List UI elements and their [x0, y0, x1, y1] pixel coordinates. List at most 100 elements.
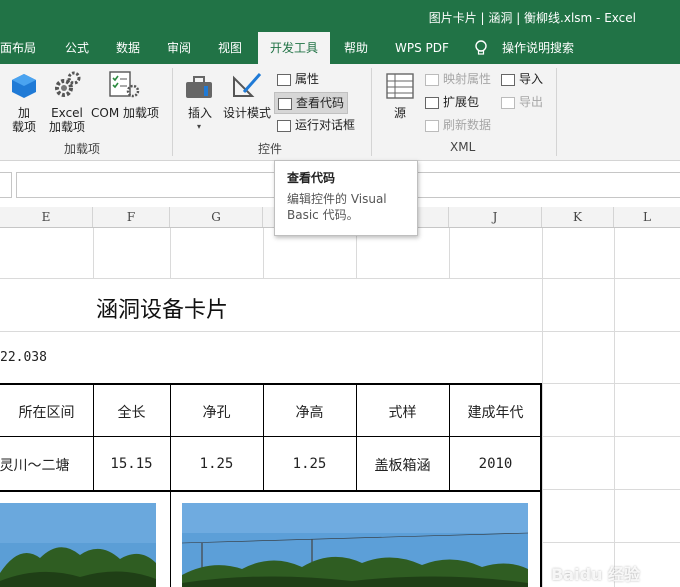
- toolbox-icon: [184, 72, 216, 105]
- tab-formulas[interactable]: 公式: [61, 32, 93, 64]
- run-dialog-label: 运行对话框: [295, 118, 356, 132]
- column-header-j[interactable]: J: [449, 207, 542, 227]
- table-header-cell[interactable]: 所在区间: [0, 402, 93, 422]
- map-properties-button[interactable]: 映射属性: [425, 69, 491, 89]
- design-mode-button[interactable]: 设计模式: [222, 106, 272, 120]
- group-separator: [172, 68, 173, 156]
- table-border: [93, 383, 94, 491]
- table-cell[interactable]: 盖板箱涵: [356, 455, 449, 475]
- table-header-cell[interactable]: 式样: [356, 402, 449, 422]
- tooltip-body: 编辑控件的 Visual Basic 代码。: [287, 192, 387, 222]
- run-dialog-icon: [277, 119, 291, 132]
- properties-button[interactable]: 属性: [277, 69, 319, 89]
- export-icon: [501, 96, 515, 109]
- import-button[interactable]: 导入: [501, 69, 543, 89]
- expansion-pack-button[interactable]: 扩展包: [425, 92, 479, 112]
- tab-wps-pdf[interactable]: WPS PDF: [391, 32, 453, 64]
- tab-developer[interactable]: 开发工具: [258, 32, 330, 64]
- import-label: 导入: [519, 72, 544, 86]
- title-bar: 图片卡片 | 涵洞 | 衡柳线.xlsm - Excel: [0, 0, 680, 32]
- culvert-photo-left[interactable]: [0, 503, 156, 587]
- table-cell[interactable]: 2010: [449, 456, 542, 472]
- table-cell[interactable]: 灵川～二塘: [0, 455, 81, 475]
- group-separator: [371, 68, 372, 156]
- gridline: [542, 489, 680, 490]
- refresh-data-button[interactable]: 刷新数据: [425, 115, 491, 135]
- view-code-label: 查看代码: [296, 96, 345, 110]
- addin-icon: [10, 72, 38, 103]
- view-code-icon: [278, 97, 292, 110]
- expansion-pack-label: 扩展包: [443, 95, 480, 109]
- table-border: [449, 383, 450, 491]
- table-header-cell[interactable]: 净高: [263, 402, 356, 422]
- gridline: [0, 331, 680, 332]
- column-header-e[interactable]: E: [0, 207, 93, 227]
- table-cell[interactable]: 1.25: [263, 456, 356, 472]
- gridline: [170, 228, 171, 278]
- map-properties-icon: [425, 73, 439, 86]
- expansion-pack-icon: [425, 96, 439, 109]
- tab-help[interactable]: 帮助: [340, 32, 372, 64]
- table-header-cell[interactable]: 建成年代: [449, 402, 542, 422]
- xml-source-icon: [385, 72, 415, 105]
- column-header-l[interactable]: L: [614, 207, 680, 227]
- table-border: [263, 383, 264, 491]
- export-label: 导出: [519, 95, 544, 109]
- com-addin-icon: [108, 70, 140, 103]
- insert-control-button[interactable]: 插入: [184, 106, 216, 120]
- card-title: 涵洞设备卡片: [96, 298, 229, 323]
- properties-icon: [277, 73, 291, 86]
- tab-page-layout[interactable]: 面布局: [0, 32, 40, 64]
- tab-view[interactable]: 视图: [214, 32, 246, 64]
- gridline: [614, 228, 615, 587]
- culvert-photo-right[interactable]: [182, 503, 528, 587]
- xml-source-button[interactable]: 源: [388, 106, 412, 120]
- table-cell[interactable]: 15.15: [93, 456, 170, 472]
- group-separator: [556, 68, 557, 156]
- name-box[interactable]: [0, 172, 12, 198]
- gridline: [542, 436, 680, 437]
- table-cell[interactable]: 1.25: [170, 456, 263, 472]
- properties-label: 属性: [295, 72, 320, 86]
- group-label-xml: XML: [450, 140, 476, 154]
- gridline: [542, 542, 680, 543]
- gridline: [449, 228, 450, 278]
- view-code-tooltip: 查看代码 编辑控件的 Visual Basic 代码。: [274, 160, 418, 236]
- tab-review[interactable]: 审阅: [163, 32, 195, 64]
- group-label-addins: 加载项: [64, 142, 101, 156]
- watermark: Baidu 经验: [551, 565, 640, 584]
- table-border: [0, 436, 542, 437]
- window-title: 图片卡片 | 涵洞 | 衡柳线.xlsm - Excel: [428, 11, 636, 25]
- group-label-controls: 控件: [258, 142, 283, 156]
- cell-value: 22.038: [0, 350, 47, 365]
- tab-data[interactable]: 数据: [112, 32, 144, 64]
- gridline: [0, 278, 680, 279]
- ribbon-tab-bar: 面布局 公式 数据 审阅 视图 开发工具 帮助 WPS PDF 操作说明搜索: [0, 32, 680, 64]
- table-header-cell[interactable]: 净孔: [170, 402, 263, 422]
- gridline: [542, 228, 543, 587]
- refresh-data-label: 刷新数据: [443, 118, 492, 132]
- tell-me-search[interactable]: 操作说明搜索: [498, 32, 578, 64]
- gridline: [542, 383, 680, 384]
- addin-button[interactable]: 加 载项: [8, 106, 40, 134]
- worksheet-grid[interactable]: 涵洞设备卡片 22.038 所在区间 全长 净孔 净高 式样 建成年代 灵川～二…: [0, 228, 680, 587]
- com-addin-button[interactable]: COM 加载项: [89, 106, 161, 120]
- table-border: [0, 383, 542, 385]
- ribbon: 加 载项 Excel 加载项 COM 加载项 加载项 插入 ▾ 设计模式 属性 …: [0, 64, 680, 161]
- lightbulb-icon: [474, 40, 488, 59]
- view-code-button[interactable]: 查看代码: [274, 92, 349, 114]
- chevron-down-icon: ▾: [197, 122, 202, 131]
- refresh-data-icon: [425, 119, 439, 132]
- design-mode-icon: [230, 70, 264, 103]
- run-dialog-button[interactable]: 运行对话框: [277, 115, 355, 135]
- import-icon: [501, 73, 515, 86]
- column-header-g[interactable]: G: [170, 207, 263, 227]
- table-header-cell[interactable]: 全长: [93, 402, 170, 422]
- excel-addin-button[interactable]: Excel 加载项: [46, 106, 88, 134]
- export-button[interactable]: 导出: [501, 92, 543, 112]
- column-header-k[interactable]: K: [542, 207, 614, 227]
- tooltip-title: 查看代码: [287, 171, 336, 185]
- gridline: [93, 228, 94, 278]
- column-header-f[interactable]: F: [93, 207, 170, 227]
- gridline: [263, 228, 264, 278]
